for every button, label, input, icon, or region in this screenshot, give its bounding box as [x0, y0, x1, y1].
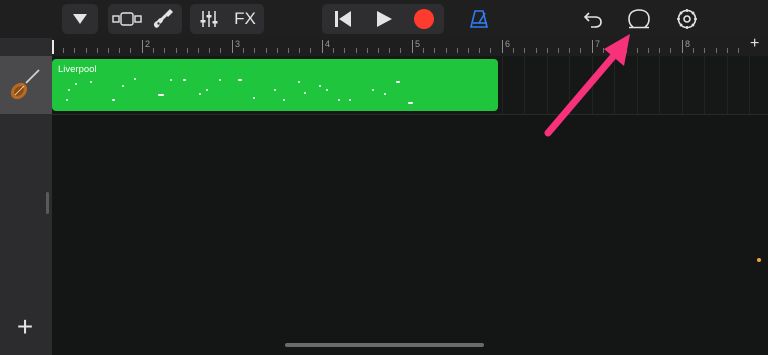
garageband-window: FX + 2 3 4 5 6 7 8 + Liverpool	[0, 0, 768, 355]
annotation-arrow	[544, 34, 630, 137]
